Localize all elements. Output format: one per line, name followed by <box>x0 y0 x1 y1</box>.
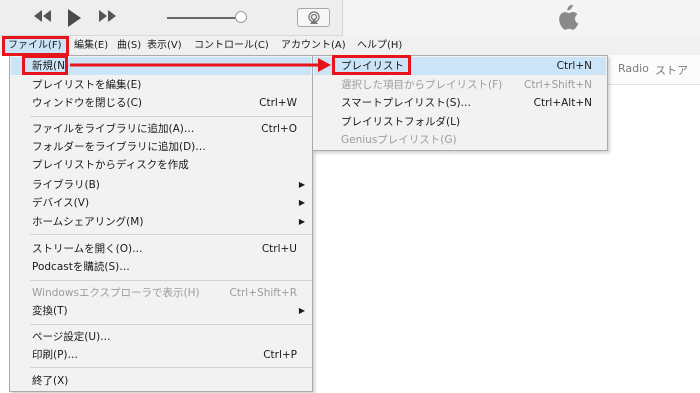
menu-item-exit[interactable]: 終了(X) <box>11 372 311 390</box>
menu-item-home-sharing[interactable]: ホームシェアリング(M) ▶ <box>11 213 311 231</box>
menu-separator <box>30 116 312 117</box>
menu-account[interactable]: アカウント(A) <box>281 36 346 55</box>
menu-item-show-in-explorer: Windowsエクスプローラで表示(H) Ctrl+Shift+R <box>32 287 297 299</box>
player-toolbar <box>0 0 700 36</box>
menu-item-add-folder[interactable]: フォルダーをライブラリに追加(D)… <box>11 138 311 156</box>
menu-item-print[interactable]: 印刷(P)… Ctrl+P <box>11 346 311 364</box>
menu-item-open-stream[interactable]: ストリームを開く(O)… Ctrl+U <box>11 240 311 258</box>
menu-item-devices[interactable]: デバイス(V) ▶ <box>11 194 311 212</box>
fast-forward-icon[interactable] <box>98 8 118 28</box>
menu-file[interactable]: ファイル(F) <box>3 36 67 55</box>
menu-separator <box>30 324 312 325</box>
nav-store[interactable]: ストア <box>655 62 688 78</box>
submenu-item-playlist[interactable]: プレイリスト Ctrl+N <box>314 57 606 75</box>
airplay-button[interactable] <box>297 8 330 27</box>
submenu-arrow-icon: ▶ <box>298 306 305 315</box>
submenu-arrow-icon: ▶ <box>298 180 305 189</box>
menu-item-burn-disc[interactable]: プレイリストからディスクを作成 <box>11 156 311 174</box>
submenu-item-genius-playlist: Geniusプレイリスト(G) <box>341 134 457 146</box>
menu-item-library[interactable]: ライブラリ(B) ▶ <box>11 176 311 194</box>
rewind-icon[interactable] <box>32 8 52 28</box>
menu-item-add-file[interactable]: ファイルをライブラリに追加(A)… Ctrl+O <box>11 120 311 138</box>
menu-item-convert[interactable]: 変換(T) ▶ <box>11 302 311 320</box>
menu-item-close-window[interactable]: ウィンドウを閉じる(C) Ctrl+W <box>11 94 311 112</box>
submenu-item-playlist-from-selection: 選択した項目からプレイリスト(F) Ctrl+Shift+N <box>341 79 592 91</box>
menu-item-new[interactable]: 新規(N) <box>11 57 311 75</box>
play-icon[interactable] <box>66 8 82 33</box>
menu-item-edit-playlist[interactable]: プレイリストを編集(E) <box>11 76 311 94</box>
submenu-item-smart-playlist[interactable]: スマートプレイリスト(S)… Ctrl+Alt+N <box>314 94 606 112</box>
menu-edit[interactable]: 編集(E) <box>74 36 108 55</box>
submenu-item-playlist-folder[interactable]: プレイリストフォルダ(L) <box>314 113 606 131</box>
menu-separator <box>30 280 312 281</box>
volume-slider-knob[interactable] <box>234 11 247 23</box>
menu-item-page-setup[interactable]: ページ設定(U)… <box>11 328 311 346</box>
menu-separator <box>30 367 312 368</box>
menu-bar: ファイル(F) 編集(E) 曲(S) 表示(V) コントロール(C) アカウント… <box>0 36 700 55</box>
submenu-arrow-icon: ▶ <box>298 198 305 207</box>
submenu-arrow-icon: ▶ <box>298 217 305 226</box>
status-display <box>342 0 700 36</box>
file-menu-dropdown: 新規(N) プレイリストを編集(E) ウィンドウを閉じる(C) Ctrl+W フ… <box>9 55 313 392</box>
menu-controls[interactable]: コントロール(C) <box>194 36 269 55</box>
menu-separator <box>30 234 312 235</box>
menu-view[interactable]: 表示(V) <box>147 36 182 55</box>
new-submenu: プレイリスト Ctrl+N 選択した項目からプレイリスト(F) Ctrl+Shi… <box>312 55 608 151</box>
menu-help[interactable]: ヘルプ(H) <box>357 36 402 55</box>
nav-radio[interactable]: Radio <box>618 62 649 75</box>
menu-item-subscribe-podcast[interactable]: Podcastを購読(S)… <box>11 258 311 276</box>
menu-song[interactable]: 曲(S) <box>117 36 141 55</box>
apple-logo <box>555 4 579 35</box>
airplay-icon <box>307 11 321 28</box>
